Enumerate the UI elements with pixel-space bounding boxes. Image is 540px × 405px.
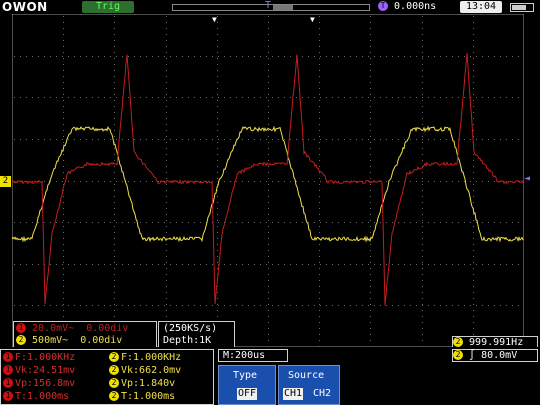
ch1-measure-badge: 1 (3, 378, 13, 388)
trigger-source-badge: 2 (453, 350, 463, 360)
ch2-settings[interactable]: 2 500mV~ 0.00div (16, 335, 122, 347)
trigger-status: Trig (82, 1, 134, 13)
ch2-measure-value: Vk:662.0mv (121, 365, 182, 376)
ch2-ground-marker[interactable]: 2 (0, 176, 11, 187)
source-option-ch1[interactable]: CH1 (283, 388, 304, 400)
waveform-display[interactable]: ▼ ▼ (12, 14, 524, 347)
time-offset-value: 0.000ns (394, 1, 437, 12)
timebase[interactable]: M:200us (218, 349, 288, 362)
clock: 13:04 (460, 1, 502, 13)
time-offset-readout: T 0.000ns (378, 1, 450, 13)
ch2-measure-value: Vp:1.840v (121, 378, 176, 389)
ch2-measure-value: F:1.000KHz (121, 352, 182, 363)
ch2-scale: 500mV~ (32, 335, 69, 346)
trigger-position-marker[interactable]: T (265, 0, 271, 11)
ch1-settings[interactable]: 1 20.0mV~ 0.00div (16, 323, 128, 335)
ch1-measure-value: Vp:156.8mv (15, 378, 76, 389)
source-option-ch2[interactable]: CH2 (313, 388, 331, 400)
measurement-panel: 1 F:1.000KHz 1 Vk:24.51mv 1 Vp:156.8mv 1 T:1.00… (0, 349, 214, 405)
ch2-badge: 2 (16, 335, 26, 345)
ch1-measure-value: F:1.000KHz (15, 352, 76, 363)
trigger-level-readout: 2 ∫ 80.0mV (452, 349, 538, 362)
bottom-panel: 1 F:1.000KHz 1 Vk:24.51mv 1 Vp:156.8mv 1 T:1.00… (0, 347, 540, 405)
sample-rate: (250KS/s) (163, 323, 218, 334)
menu-type-title: Type (233, 370, 258, 381)
menu-source[interactable]: Source CH1 CH2 (278, 365, 340, 405)
window-left-marker: ▼ (212, 15, 217, 24)
ch1-measure-badge: 1 (3, 391, 13, 401)
ch1-measure-badge: 1 (3, 365, 13, 375)
ch2-measure-badge: 2 (109, 352, 119, 362)
ch2-measurements: 2 F:1.000KHz 2 Vk:662.0mv 2 Vp:1.840v 2 T:1.000… (109, 351, 213, 403)
ch1-measurement-row: 1 Vk:24.51mv (3, 364, 107, 377)
display-border (12, 14, 524, 347)
trigger-edge-icon: ∫ (469, 350, 476, 361)
ch2-measure-badge: 2 (109, 378, 119, 388)
ch1-measurement-row: 1 T:1.000ms (3, 390, 107, 403)
menu-source-title: Source (288, 370, 325, 381)
ch1-measure-value: T:1.000ms (15, 391, 70, 402)
ch1-measure-badge: 1 (3, 352, 13, 362)
ch1-measurements: 1 F:1.000KHz 1 Vk:24.51mv 1 Vp:156.8mv 1 T:1.00… (3, 351, 107, 403)
ch1-measurement-row: 1 F:1.000KHz (3, 351, 107, 364)
ch2-measurement-row: 2 Vp:1.840v (109, 377, 213, 390)
acquisition-panel: (250KS/s) Depth:1K (158, 321, 235, 349)
trigger-level-value: 80.0mV (481, 350, 518, 361)
ch2-measurement-row: 2 F:1.000KHz (109, 351, 213, 364)
ch1-scale: 20.0mV~ (32, 323, 75, 334)
memory-depth: Depth:1K (163, 335, 212, 346)
trigger-level-marker[interactable]: ◄ (524, 173, 538, 185)
ch2-offset: 0.00div (80, 335, 123, 346)
battery-icon (510, 3, 534, 12)
brand-logo: OWON (2, 0, 48, 14)
ch2-measurement-row: 2 Vk:662.0mv (109, 364, 213, 377)
time-offset-badge: T (378, 1, 388, 11)
channel-settings-panel: 1 20.0mV~ 0.00div 2 500mV~ 0.00div (13, 321, 157, 349)
menu-type-value[interactable]: OFF (237, 388, 258, 400)
ch2-measurement-row: 2 T:1.000ms (109, 390, 213, 403)
ch2-measure-value: T:1.000ms (121, 391, 176, 402)
memory-window (273, 5, 293, 10)
ch1-measurement-row: 1 Vp:156.8mv (3, 377, 107, 390)
top-status-bar: OWON Trig T T 0.000ns 13:04 (0, 0, 540, 14)
trigger-freq-badge: 2 (453, 337, 463, 347)
ch2-measure-badge: 2 (109, 365, 119, 375)
ch1-offset: 0.00div (86, 323, 129, 334)
window-right-marker: ▼ (310, 15, 315, 24)
ch2-measure-badge: 2 (109, 391, 119, 401)
ch1-measure-value: Vk:24.51mv (15, 365, 76, 376)
menu-type[interactable]: Type OFF (218, 365, 276, 405)
ch1-badge: 1 (16, 323, 26, 333)
